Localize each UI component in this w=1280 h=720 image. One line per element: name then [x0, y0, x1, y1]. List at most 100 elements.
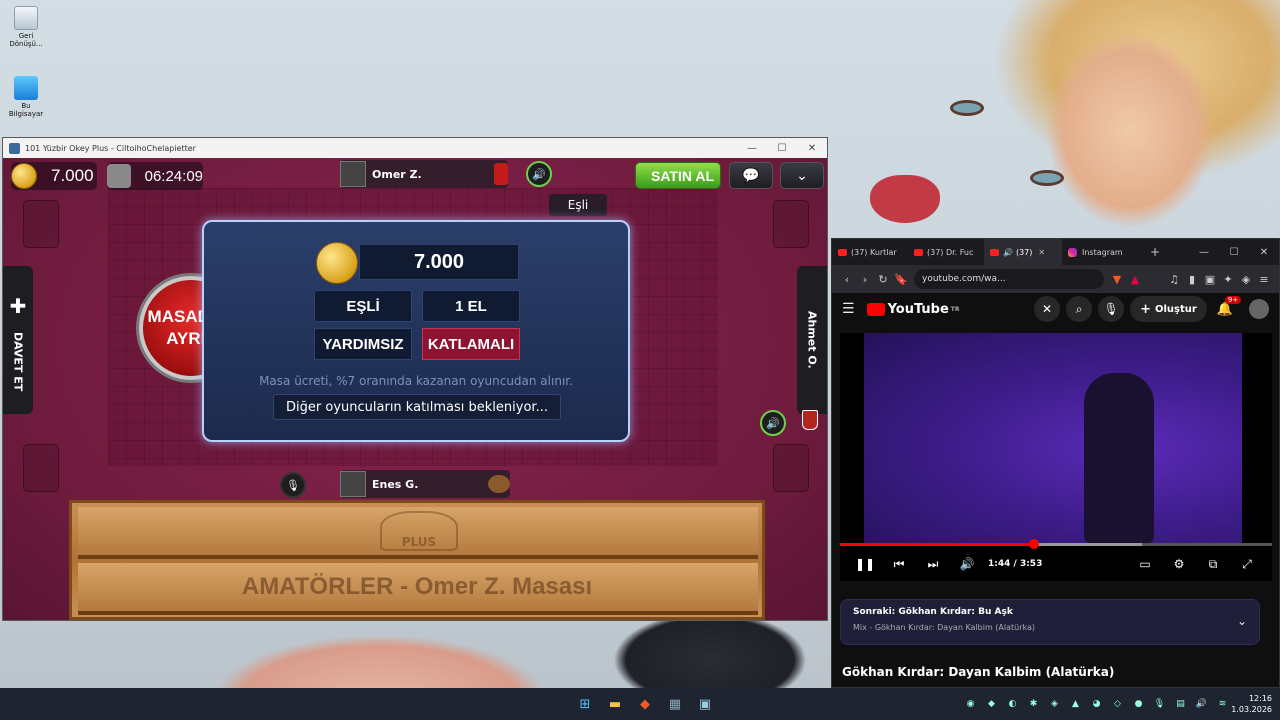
- voice-search-icon[interactable]: 🎙: [1098, 296, 1125, 322]
- tray-app-icon[interactable]: ◆: [981, 699, 1002, 709]
- chat-button[interactable]: 💬: [729, 162, 773, 189]
- tab-close-icon[interactable]: ✕: [1038, 248, 1045, 257]
- sidebar-icon[interactable]: ▮: [1183, 273, 1201, 286]
- tile-slot[interactable]: [23, 444, 59, 492]
- settings-gear-icon[interactable]: ⚙: [1162, 557, 1196, 572]
- menu-dropdown-button[interactable]: ⌄: [780, 162, 824, 189]
- fullscreen-icon[interactable]: ⤢: [1230, 557, 1264, 572]
- microphone-icon[interactable]: 🎙: [1149, 699, 1170, 709]
- chevron-down-icon: ⌄: [796, 167, 808, 184]
- vpn-icon[interactable]: ◈: [1237, 273, 1255, 286]
- notifications-icon[interactable]: 🔔 9+: [1217, 295, 1242, 317]
- volume-icon[interactable]: 🔊: [950, 557, 984, 571]
- pause-icon[interactable]: ❚❚: [848, 557, 882, 571]
- player-top[interactable]: Omer Z.: [340, 160, 508, 188]
- scrubber-handle[interactable]: [1029, 539, 1039, 549]
- close-button[interactable]: ✕: [1249, 247, 1279, 258]
- youtube-logo-text: YouTube: [887, 301, 949, 317]
- invite-button[interactable]: ✚ DAVET ET: [3, 266, 33, 414]
- chevron-down-icon[interactable]: ⌄: [1237, 614, 1247, 628]
- okey-game-taskbar-icon[interactable]: ▦: [660, 692, 690, 716]
- tray-app-icon[interactable]: ◉: [960, 699, 981, 709]
- player-avatar: [340, 471, 366, 497]
- browser-tab[interactable]: Instagram: [1062, 239, 1142, 265]
- browser-tab-active[interactable]: 🔊 (37) ✕: [984, 239, 1062, 265]
- tile-slot[interactable]: [23, 200, 59, 248]
- create-button[interactable]: + Oluştur: [1130, 296, 1207, 322]
- volume-icon[interactable]: 🔊: [1191, 699, 1212, 709]
- previous-icon[interactable]: ⏮: [882, 557, 916, 572]
- coin-icon: [11, 163, 37, 189]
- new-tab-icon[interactable]: +: [1150, 245, 1160, 259]
- hamburger-menu-icon[interactable]: ☰: [842, 301, 855, 317]
- clock-date: 1.03.2026: [1231, 705, 1272, 714]
- brave-shield-icon[interactable]: ▼: [1108, 273, 1126, 286]
- reload-icon[interactable]: ↻: [874, 273, 892, 286]
- tile-slot[interactable]: [773, 200, 809, 248]
- brave-rewards-icon[interactable]: ▲: [1126, 273, 1144, 286]
- video-frame[interactable]: [864, 333, 1242, 543]
- tray-app-icon[interactable]: ▲: [1065, 699, 1086, 709]
- tray-app-icon[interactable]: ◈: [1044, 699, 1065, 709]
- close-button[interactable]: ✕: [797, 143, 827, 154]
- youtube-logo[interactable]: YouTube TR: [866, 301, 960, 317]
- buy-button[interactable]: SATIN AL: [635, 162, 721, 189]
- music-icon[interactable]: ♫: [1165, 273, 1183, 286]
- more-icon[interactable]: ≡: [1255, 273, 1273, 286]
- up-next-subtitle: Mix - Gökhan Kırdar: Dayan Kalbim (Alatü…: [853, 623, 1036, 632]
- wifi-icon[interactable]: ≋: [1212, 699, 1233, 709]
- wallpaper-portrait: [830, 0, 1280, 240]
- minimize-button[interactable]: —: [737, 143, 767, 154]
- next-icon[interactable]: ⏭: [916, 557, 950, 572]
- player-bottom[interactable]: Enes G.: [340, 470, 510, 498]
- player-name: Enes G.: [372, 477, 419, 491]
- account-avatar[interactable]: [1249, 299, 1269, 319]
- youtube-favicon-icon: [914, 248, 923, 256]
- wallet-icon[interactable]: ▣: [1201, 273, 1219, 286]
- file-explorer-icon[interactable]: ▬: [600, 692, 630, 716]
- tray-app-icon[interactable]: ◇: [1107, 699, 1128, 709]
- tea-glass-icon[interactable]: [797, 410, 823, 438]
- microphone-icon[interactable]: 🎙: [280, 472, 306, 498]
- desktop-icon-recycle-bin[interactable]: Geri Dönüşü...: [6, 6, 46, 48]
- maximize-button[interactable]: ☐: [767, 143, 797, 154]
- network-icon[interactable]: ▤: [1170, 699, 1191, 709]
- brave-browser-icon[interactable]: ◆: [630, 692, 660, 716]
- tile-slot[interactable]: [773, 444, 809, 492]
- player-right[interactable]: Ahmet O.: [797, 266, 827, 414]
- tray-app-icon[interactable]: ●: [1128, 699, 1149, 709]
- captions-icon[interactable]: ▭: [1128, 557, 1162, 572]
- forward-icon[interactable]: ›: [856, 273, 874, 286]
- maximize-button[interactable]: ☐: [1219, 247, 1249, 258]
- close-search-icon[interactable]: ✕: [1034, 296, 1061, 322]
- video-player[interactable]: ❚❚ ⏮ ⏭ 🔊 1:44 / 3:53 ▭ ⚙ ⧉ ⤢: [840, 333, 1272, 581]
- stake-value: 7.000: [359, 244, 519, 280]
- okey-window-taskbar-icon[interactable]: ▣: [690, 692, 720, 716]
- extensions-icon[interactable]: ✦: [1219, 273, 1237, 286]
- address-bar[interactable]: youtube.com/wa...: [914, 269, 1104, 289]
- invite-label: DAVET ET: [11, 332, 25, 392]
- game-titlebar[interactable]: 101 Yüzbir Okey Plus - CiltoihoChelapiet…: [3, 138, 827, 158]
- tile-rack[interactable]: PLUS AMATÖRLER - Omer Z. Masası: [69, 500, 765, 620]
- tray-app-icon[interactable]: ◐: [1002, 699, 1023, 709]
- browser-tab[interactable]: (37) Dr. Fuc: [908, 239, 984, 265]
- sound-toggle-icon[interactable]: 🔊: [526, 161, 552, 187]
- tray-app-icon[interactable]: ◕: [1086, 699, 1107, 709]
- search-icon[interactable]: ⌕: [1066, 296, 1093, 322]
- tray-app-icon[interactable]: ✱: [1023, 699, 1044, 709]
- up-next-card[interactable]: Sonraki: Gökhan Kırdar: Bu Aşk Mix - Gök…: [840, 599, 1260, 645]
- desktop-icon-computer[interactable]: Bu Bilgisayar: [6, 76, 46, 118]
- bookmark-icon[interactable]: 🔖: [892, 273, 910, 286]
- browser-window: (37) Kurtlar (37) Dr. Fuc 🔊 (37) ✕ Instagr…: [831, 238, 1280, 688]
- miniplayer-icon[interactable]: ⧉: [1196, 557, 1230, 572]
- video-progress-bar[interactable]: [840, 539, 1272, 549]
- start-icon[interactable]: ⊞: [570, 692, 600, 716]
- back-icon[interactable]: ‹: [838, 273, 856, 286]
- taskbar-clock[interactable]: 12:16 1.03.2026: [1231, 693, 1272, 715]
- tab-label: Instagram: [1082, 247, 1123, 257]
- rounds-value: 1 EL: [422, 290, 520, 322]
- sound-toggle-icon[interactable]: 🔊: [760, 410, 786, 436]
- browser-tab[interactable]: (37) Kurtlar: [832, 239, 908, 265]
- minimize-button[interactable]: —: [1189, 247, 1219, 258]
- video-singer-figure: [1084, 373, 1154, 543]
